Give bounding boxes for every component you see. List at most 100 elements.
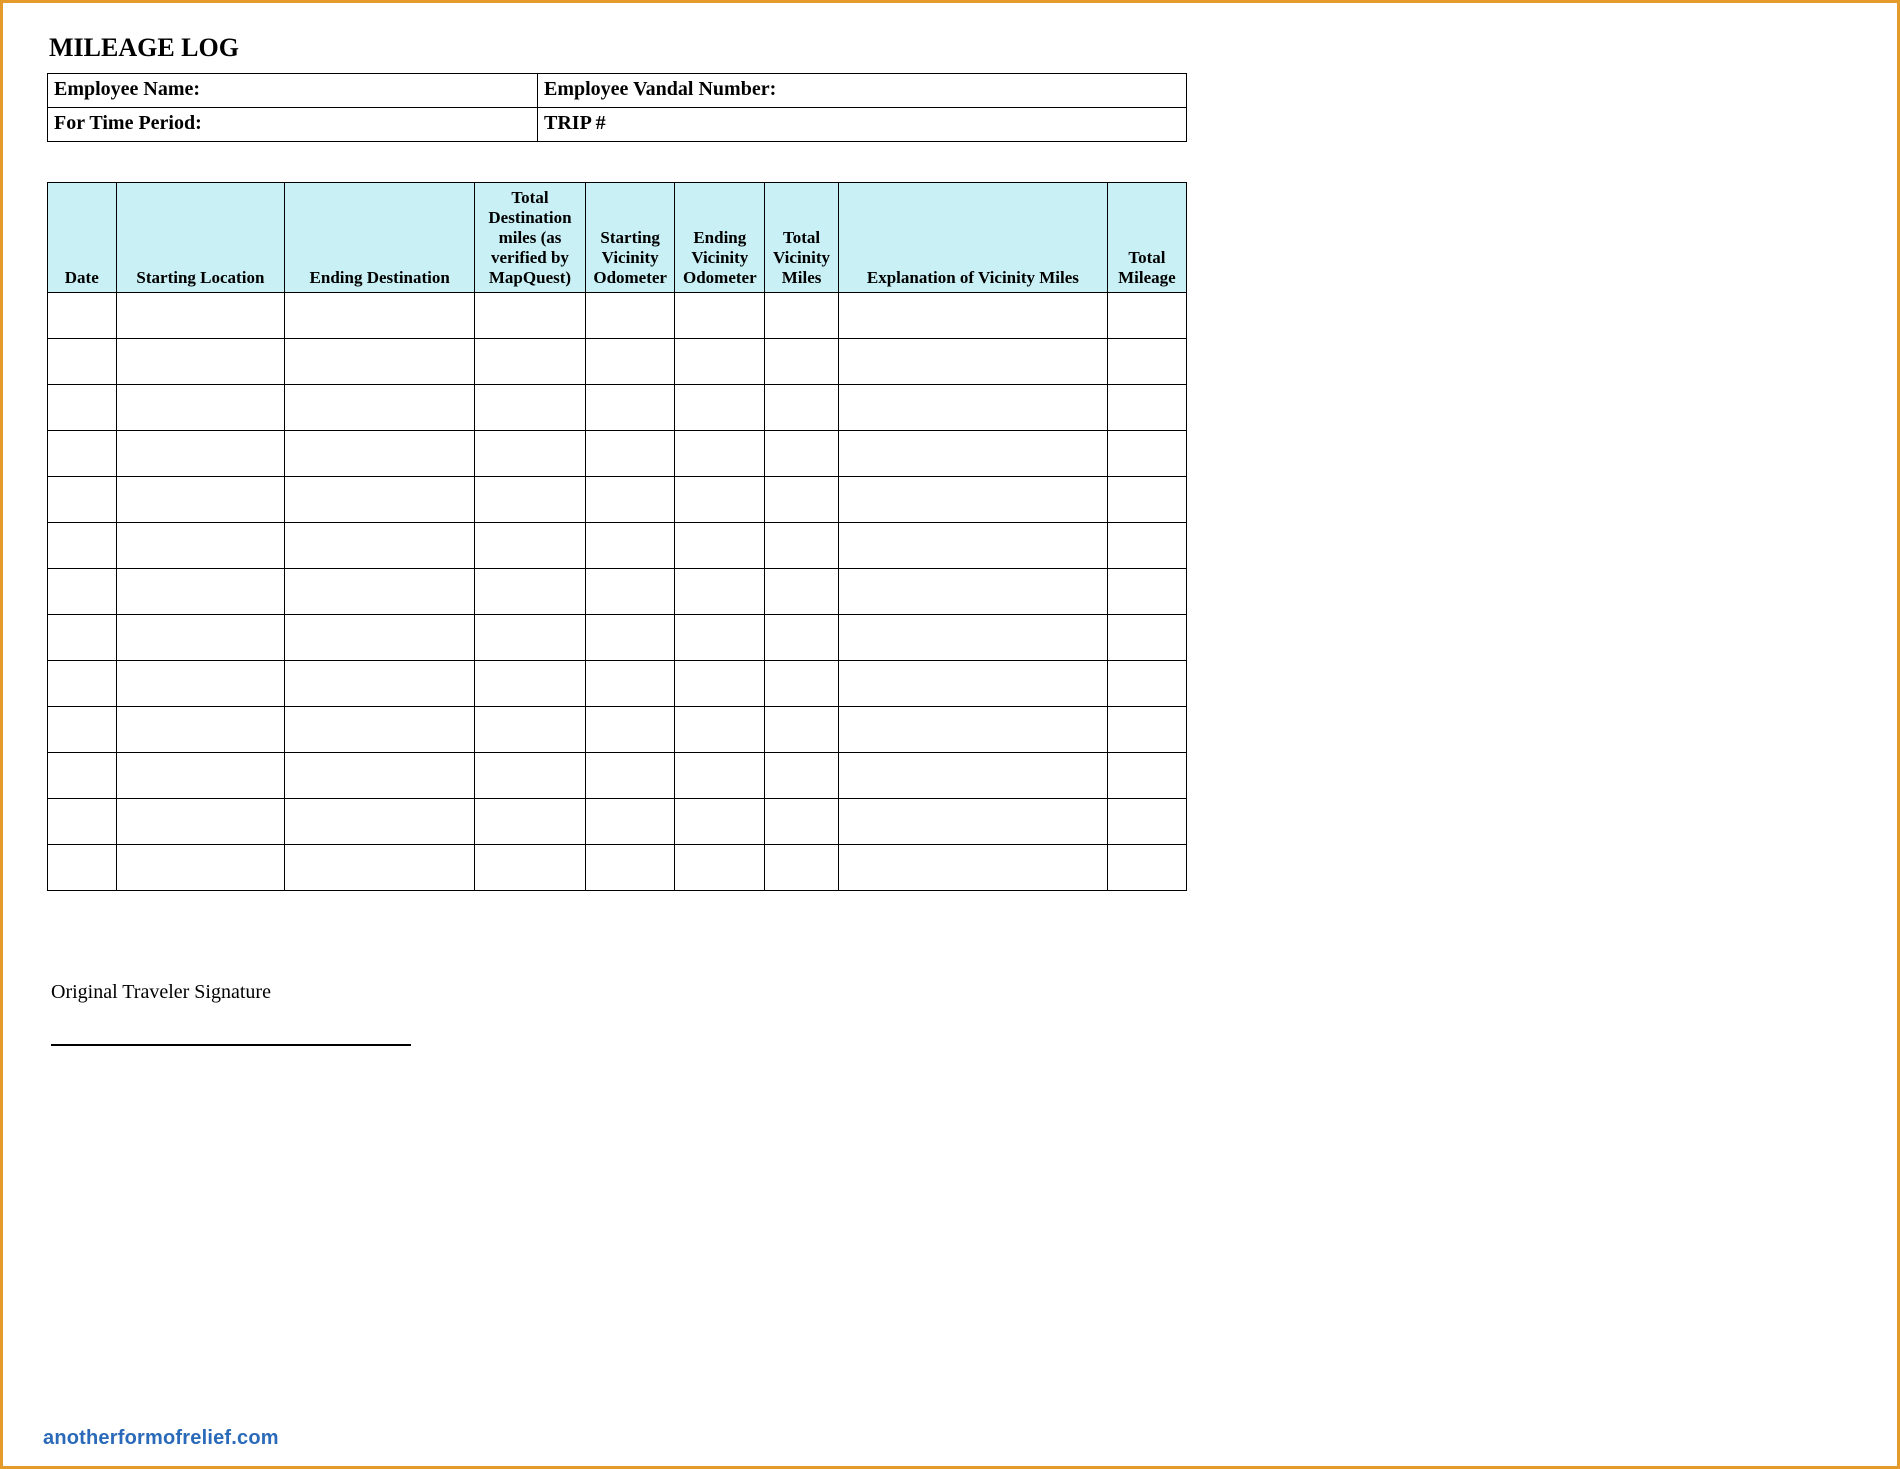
table-cell[interactable] (585, 569, 675, 615)
table-cell[interactable] (116, 615, 285, 661)
table-cell[interactable] (1107, 431, 1186, 477)
table-cell[interactable] (285, 385, 475, 431)
table-cell[interactable] (1107, 753, 1186, 799)
table-cell[interactable] (675, 293, 765, 339)
table-cell[interactable] (585, 615, 675, 661)
table-cell[interactable] (765, 431, 839, 477)
table-cell[interactable] (675, 799, 765, 845)
employee-vandal-cell[interactable]: Employee Vandal Number: (538, 74, 1187, 108)
table-cell[interactable] (285, 615, 475, 661)
table-cell[interactable] (285, 707, 475, 753)
table-cell[interactable] (475, 477, 586, 523)
table-cell[interactable] (585, 753, 675, 799)
table-cell[interactable] (838, 293, 1107, 339)
table-cell[interactable] (48, 615, 117, 661)
table-cell[interactable] (475, 799, 586, 845)
table-cell[interactable] (48, 431, 117, 477)
table-cell[interactable] (585, 477, 675, 523)
table-cell[interactable] (675, 431, 765, 477)
table-cell[interactable] (585, 431, 675, 477)
table-cell[interactable] (1107, 707, 1186, 753)
table-cell[interactable] (675, 661, 765, 707)
table-cell[interactable] (116, 477, 285, 523)
table-cell[interactable] (675, 569, 765, 615)
table-cell[interactable] (116, 385, 285, 431)
table-cell[interactable] (765, 339, 839, 385)
table-cell[interactable] (585, 385, 675, 431)
table-cell[interactable] (475, 293, 586, 339)
table-cell[interactable] (48, 661, 117, 707)
table-cell[interactable] (1107, 615, 1186, 661)
table-cell[interactable] (285, 799, 475, 845)
table-cell[interactable] (675, 707, 765, 753)
table-cell[interactable] (48, 707, 117, 753)
table-cell[interactable] (48, 753, 117, 799)
table-cell[interactable] (475, 661, 586, 707)
table-cell[interactable] (765, 615, 839, 661)
table-cell[interactable] (585, 661, 675, 707)
table-cell[interactable] (285, 753, 475, 799)
table-cell[interactable] (1107, 661, 1186, 707)
table-cell[interactable] (765, 569, 839, 615)
table-cell[interactable] (1107, 799, 1186, 845)
trip-number-cell[interactable]: TRIP # (538, 108, 1187, 142)
table-cell[interactable] (675, 477, 765, 523)
table-cell[interactable] (475, 431, 586, 477)
table-cell[interactable] (585, 523, 675, 569)
table-cell[interactable] (475, 385, 586, 431)
table-cell[interactable] (48, 385, 117, 431)
watermark-link[interactable]: anotherformofrelief.com (43, 1427, 279, 1450)
table-cell[interactable] (475, 753, 586, 799)
table-cell[interactable] (116, 753, 285, 799)
table-cell[interactable] (838, 615, 1107, 661)
table-cell[interactable] (675, 845, 765, 891)
table-cell[interactable] (116, 707, 285, 753)
table-cell[interactable] (765, 523, 839, 569)
table-cell[interactable] (585, 799, 675, 845)
table-cell[interactable] (116, 339, 285, 385)
table-cell[interactable] (765, 799, 839, 845)
table-cell[interactable] (838, 431, 1107, 477)
table-cell[interactable] (475, 523, 586, 569)
table-cell[interactable] (675, 753, 765, 799)
table-cell[interactable] (48, 477, 117, 523)
table-cell[interactable] (285, 569, 475, 615)
table-cell[interactable] (675, 615, 765, 661)
table-cell[interactable] (285, 477, 475, 523)
table-cell[interactable] (475, 339, 586, 385)
table-cell[interactable] (285, 523, 475, 569)
table-cell[interactable] (765, 293, 839, 339)
table-cell[interactable] (765, 477, 839, 523)
table-cell[interactable] (838, 661, 1107, 707)
table-cell[interactable] (285, 431, 475, 477)
table-cell[interactable] (585, 845, 675, 891)
table-cell[interactable] (838, 753, 1107, 799)
table-cell[interactable] (285, 661, 475, 707)
table-cell[interactable] (1107, 293, 1186, 339)
table-cell[interactable] (585, 293, 675, 339)
table-cell[interactable] (475, 845, 586, 891)
table-cell[interactable] (116, 661, 285, 707)
table-cell[interactable] (116, 845, 285, 891)
table-cell[interactable] (1107, 339, 1186, 385)
table-cell[interactable] (475, 707, 586, 753)
table-cell[interactable] (585, 339, 675, 385)
table-cell[interactable] (48, 799, 117, 845)
table-cell[interactable] (765, 753, 839, 799)
table-cell[interactable] (765, 661, 839, 707)
table-cell[interactable] (838, 523, 1107, 569)
table-cell[interactable] (1107, 477, 1186, 523)
table-cell[interactable] (838, 569, 1107, 615)
table-cell[interactable] (1107, 523, 1186, 569)
table-cell[interactable] (1107, 385, 1186, 431)
table-cell[interactable] (475, 569, 586, 615)
table-cell[interactable] (1107, 845, 1186, 891)
table-cell[interactable] (838, 707, 1107, 753)
table-cell[interactable] (838, 339, 1107, 385)
time-period-cell[interactable]: For Time Period: (48, 108, 538, 142)
table-cell[interactable] (765, 385, 839, 431)
table-cell[interactable] (116, 523, 285, 569)
table-cell[interactable] (838, 385, 1107, 431)
table-cell[interactable] (116, 569, 285, 615)
table-cell[interactable] (838, 845, 1107, 891)
